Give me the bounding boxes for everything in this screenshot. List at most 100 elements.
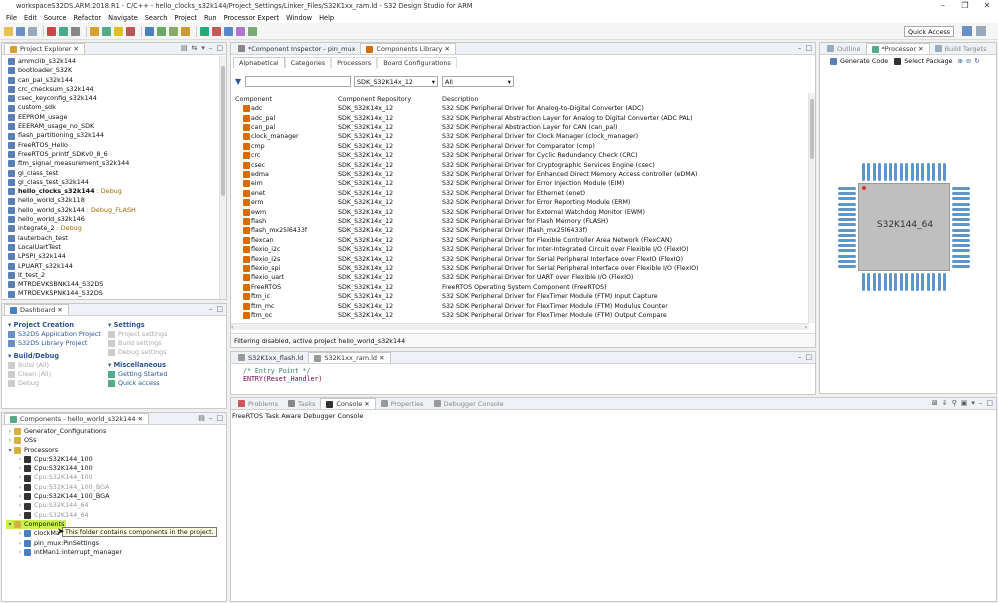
project-item[interactable]: csec_keyconfig_s32k144	[8, 94, 226, 103]
component-row[interactable]: enet SDK_S32K14x_12 S32 SDK Peripheral Dri…	[231, 189, 809, 198]
tab-tasks[interactable]: Tasks	[283, 398, 320, 409]
component-row[interactable]: flexcan SDK_S32K14x_12 S32 SDK Peripheral …	[231, 236, 809, 245]
column-header-repository[interactable]: Component Repository	[338, 95, 411, 103]
menu-edit[interactable]: Edit	[24, 14, 37, 22]
pin-bottom[interactable]	[878, 273, 882, 291]
pin-bottom[interactable]	[932, 273, 936, 291]
pin-right[interactable]	[952, 228, 970, 232]
project-item[interactable]: FreeRTOS_printf_SDKv0_8_6	[8, 150, 226, 159]
project-item[interactable]: gl_class_test_s32k144	[8, 178, 226, 187]
bug-icon[interactable]	[212, 26, 221, 36]
pin-right[interactable]	[952, 187, 970, 190]
getting-started-link[interactable]: Getting Started	[108, 370, 218, 379]
run-icon[interactable]	[157, 26, 166, 36]
settings-icon[interactable]	[71, 26, 80, 36]
project-item[interactable]: LPSPI_s32k144	[8, 252, 226, 261]
component-row[interactable]: csec SDK_S32K14x_12 S32 SDK Peripheral Dri…	[231, 160, 809, 169]
pin-right[interactable]	[952, 249, 970, 253]
tab-components-library[interactable]: Components Library ✕	[360, 43, 456, 54]
expand-icon[interactable]: ›	[16, 473, 24, 482]
pin-right[interactable]	[952, 233, 970, 237]
project-item[interactable]: hello_world_s32k146	[8, 215, 226, 224]
component-row[interactable]: ftm_oc SDK_S32K14x_12 S32 SDK Peripheral D…	[231, 311, 809, 320]
menu-project[interactable]: Project	[174, 14, 197, 22]
component-row[interactable]: flexio_i2s SDK_S32K14x_12 S32 SDK Peripher…	[231, 254, 809, 263]
project-item[interactable]: lt_test_2	[8, 271, 226, 280]
pin-left[interactable]	[838, 207, 856, 211]
minimize-button[interactable]: –	[932, 0, 954, 12]
component-row[interactable]: can_pal SDK_S32K14x_12 S32 SDK Peripheral …	[231, 123, 809, 132]
subtab-processors[interactable]: Processors	[331, 57, 378, 68]
pin-top[interactable]	[899, 163, 903, 181]
pin-top[interactable]	[889, 163, 892, 181]
link-icon[interactable]: ⇆	[191, 44, 197, 52]
minimize-view-icon[interactable]: –	[209, 44, 213, 52]
pin-left[interactable]	[838, 218, 856, 222]
close-button[interactable]: ✕	[976, 0, 998, 12]
component-row[interactable]: flash SDK_S32K14x_12 S32 SDK Peripheral Dr…	[231, 217, 809, 226]
pin-bottom[interactable]	[921, 273, 925, 291]
expand-icon[interactable]: ›	[16, 548, 24, 557]
maximize-view-icon[interactable]: □	[216, 305, 223, 313]
scrollbar-thumb[interactable]	[221, 66, 225, 196]
pin-top[interactable]	[878, 163, 882, 181]
expand-icon[interactable]: ›	[6, 436, 14, 445]
project-settings-link[interactable]: Project settings	[108, 330, 218, 339]
pin-top[interactable]	[867, 163, 871, 181]
menu-file[interactable]: File	[6, 14, 17, 22]
component-filter-input[interactable]	[245, 76, 351, 87]
scroll-right-icon[interactable]: ›	[805, 324, 807, 331]
tab-console[interactable]: Console ✕	[320, 398, 376, 409]
project-item[interactable]: MTRDEVKSBNK144_S32DS	[8, 280, 226, 289]
view-menu-icon[interactable]: ▾	[201, 44, 205, 52]
horizontal-scrollbar[interactable]: ‹ ›	[231, 323, 809, 331]
pin-top[interactable]	[910, 163, 914, 181]
scrollbar[interactable]	[219, 56, 226, 299]
component-row[interactable]: adc SDK_S32K14x_12 S32 SDK Peripheral Driv…	[231, 104, 809, 113]
component-tree-item[interactable]: › intMan1:interrupt_manager	[6, 548, 226, 557]
quick-access-link[interactable]: Quick access	[108, 379, 218, 388]
refresh-icon[interactable]	[102, 26, 111, 36]
menu-search[interactable]: Search	[145, 14, 168, 22]
tab-problems[interactable]: Problems	[233, 398, 283, 409]
menu-source[interactable]: Source	[44, 14, 67, 22]
new-icon[interactable]	[4, 26, 13, 36]
zoom-out-icon[interactable]: ⊖	[966, 57, 971, 65]
pin-bottom[interactable]	[894, 273, 898, 291]
scroll-left-icon[interactable]: ‹	[231, 324, 233, 331]
pin-top[interactable]	[894, 163, 898, 181]
pin-left[interactable]	[838, 197, 856, 201]
project-item[interactable]: lauterbach_test	[8, 234, 226, 243]
component-row[interactable]: ewm SDK_S32K14x_12 S32 SDK Peripheral Driv…	[231, 207, 809, 216]
project-item[interactable]: EEPROM_usage	[8, 113, 226, 122]
tab-build-targets[interactable]: Build Targets	[930, 43, 992, 54]
pin-left[interactable]	[838, 192, 856, 196]
cpp-perspective-icon[interactable]	[976, 26, 986, 36]
pin-bottom[interactable]	[889, 273, 892, 291]
scroll-lock-icon[interactable]: ⇓	[942, 399, 948, 407]
project-item[interactable]: flash_partitioning_s32k144	[8, 131, 226, 140]
stop-icon[interactable]	[126, 26, 135, 36]
component-row[interactable]: eim SDK_S32K14x_12 S32 SDK Peripheral Driv…	[231, 179, 809, 188]
pin-top[interactable]	[872, 163, 876, 181]
pin-top[interactable]	[932, 163, 936, 181]
pin-right[interactable]	[952, 213, 970, 216]
pin-icon[interactable]: ⚲	[952, 399, 957, 407]
subtab-categories[interactable]: Categories	[284, 57, 332, 68]
vertical-scrollbar[interactable]	[808, 93, 815, 323]
collapse-icon[interactable]: ▤	[181, 44, 188, 52]
project-item[interactable]: bootloader_S32K	[8, 66, 226, 75]
component-tree-item[interactable]: › Cpu:S32K144_100_BGA	[6, 492, 226, 501]
tab-debugger-console[interactable]: Debugger Console	[429, 398, 509, 409]
project-item[interactable]: hello_world_s32k144: Debug_FLASH	[8, 206, 226, 215]
pin-bottom[interactable]	[905, 273, 909, 291]
expand-icon[interactable]: ›	[16, 464, 24, 473]
component-tree-item[interactable]: › OSs	[6, 436, 226, 445]
expand-icon[interactable]: ›	[16, 492, 24, 501]
external-tools-icon[interactable]	[169, 26, 178, 36]
maximize-view-icon[interactable]: □	[986, 399, 993, 407]
folder-icon[interactable]	[90, 26, 99, 36]
menu-refactor[interactable]: Refactor	[73, 14, 101, 22]
type-select[interactable]: All ▾	[442, 76, 514, 87]
maximize-button[interactable]: ❐	[954, 0, 976, 12]
